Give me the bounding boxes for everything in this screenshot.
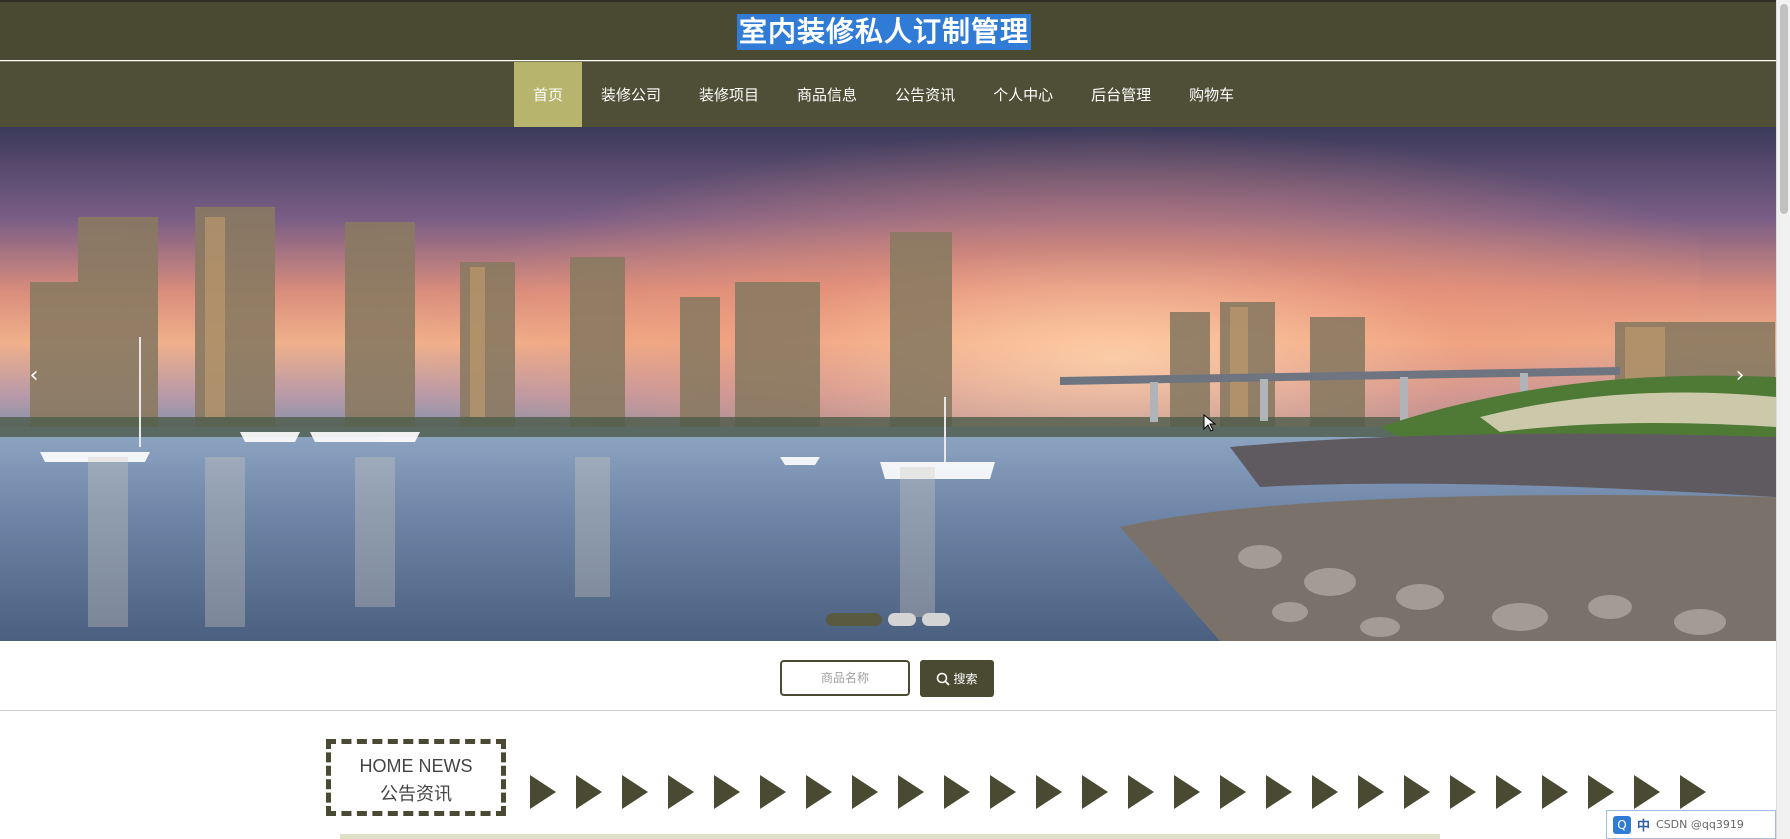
search-area: 搜索 <box>0 641 1776 711</box>
nav-list: 首页 装修公司 装修项目 商品信息 公告资讯 个人中心 后台管理 购物车 <box>514 62 1253 128</box>
nav-item-cart[interactable]: 购物车 <box>1170 62 1253 128</box>
triangle-icon <box>530 775 556 809</box>
triangle-icon <box>898 775 924 809</box>
section-divider <box>340 834 1440 839</box>
nav-item-profile[interactable]: 个人中心 <box>974 62 1072 128</box>
news-title-en: HOME NEWS <box>359 756 473 776</box>
triangle-icon <box>1174 775 1200 809</box>
triangle-icon <box>1266 775 1292 809</box>
triangle-icon <box>714 775 740 809</box>
triangle-icon <box>760 775 786 809</box>
triangle-icon <box>852 775 878 809</box>
nav-item-home[interactable]: 首页 <box>514 62 583 128</box>
scrollbar-thumb[interactable] <box>1780 4 1788 214</box>
triangle-icon <box>944 775 970 809</box>
triangle-icon <box>1680 775 1706 809</box>
carousel-indicators <box>826 613 950 626</box>
news-title-box: HOME NEWS 公告资讯 <box>326 739 506 816</box>
triangle-icon <box>1404 775 1430 809</box>
nav-item-admin[interactable]: 后台管理 <box>1072 62 1170 128</box>
chevron-left-icon[interactable]: ‹ <box>22 364 46 388</box>
triangle-icon <box>1496 775 1522 809</box>
triangle-icon <box>1358 775 1384 809</box>
triangle-icon <box>1450 775 1476 809</box>
carousel-dot-3[interactable] <box>922 613 950 626</box>
nav-item-companies[interactable]: 装修公司 <box>582 62 680 128</box>
ime-logo-icon: Q <box>1613 815 1631 834</box>
search-icon <box>937 672 951 686</box>
search-button[interactable]: 搜索 <box>920 660 994 697</box>
triangle-icon <box>622 775 648 809</box>
nav-item-news[interactable]: 公告资讯 <box>876 62 974 128</box>
nav-item-projects[interactable]: 装修项目 <box>680 62 778 128</box>
site-header: 室内装修私人订制管理 <box>0 0 1776 60</box>
vertical-scrollbar[interactable] <box>1776 0 1790 839</box>
triangle-icon <box>1082 775 1108 809</box>
triangle-icon <box>1588 775 1614 809</box>
site-title: 室内装修私人订制管理 <box>737 14 1032 50</box>
ime-mode[interactable]: 中 <box>1637 815 1650 834</box>
triangle-icon <box>1128 775 1154 809</box>
main-nav: 首页 装修公司 装修项目 商品信息 公告资讯 个人中心 后台管理 购物车 <box>0 61 1776 128</box>
watermark-text: CSDN @qq3919 <box>1656 818 1744 831</box>
chevron-right-icon[interactable]: › <box>1728 364 1752 388</box>
carousel-dot-1[interactable] <box>826 613 882 626</box>
decorative-triangle-row <box>530 775 1726 813</box>
triangle-icon <box>1220 775 1246 809</box>
triangle-icon <box>990 775 1016 809</box>
search-button-label: 搜索 <box>953 672 978 686</box>
news-title-cn: 公告资讯 <box>380 784 452 805</box>
triangle-icon <box>1542 775 1568 809</box>
banner-skyline-image <box>0 207 1776 641</box>
search-input[interactable] <box>780 660 910 696</box>
triangle-icon <box>1634 775 1660 809</box>
ime-toolbar[interactable]: Q 中 CSDN @qq3919 <box>1606 810 1776 839</box>
triangle-icon <box>1312 775 1338 809</box>
banner-carousel[interactable]: ‹ › <box>0 127 1776 641</box>
page: 室内装修私人订制管理 首页 装修公司 装修项目 商品信息 公告资讯 个人中心 后… <box>0 0 1776 839</box>
nav-item-products[interactable]: 商品信息 <box>778 62 876 128</box>
carousel-dot-2[interactable] <box>888 613 916 626</box>
mouse-cursor-icon <box>1203 414 1217 432</box>
triangle-icon <box>576 775 602 809</box>
triangle-icon <box>1036 775 1062 809</box>
triangle-icon <box>668 775 694 809</box>
triangle-icon <box>806 775 832 809</box>
